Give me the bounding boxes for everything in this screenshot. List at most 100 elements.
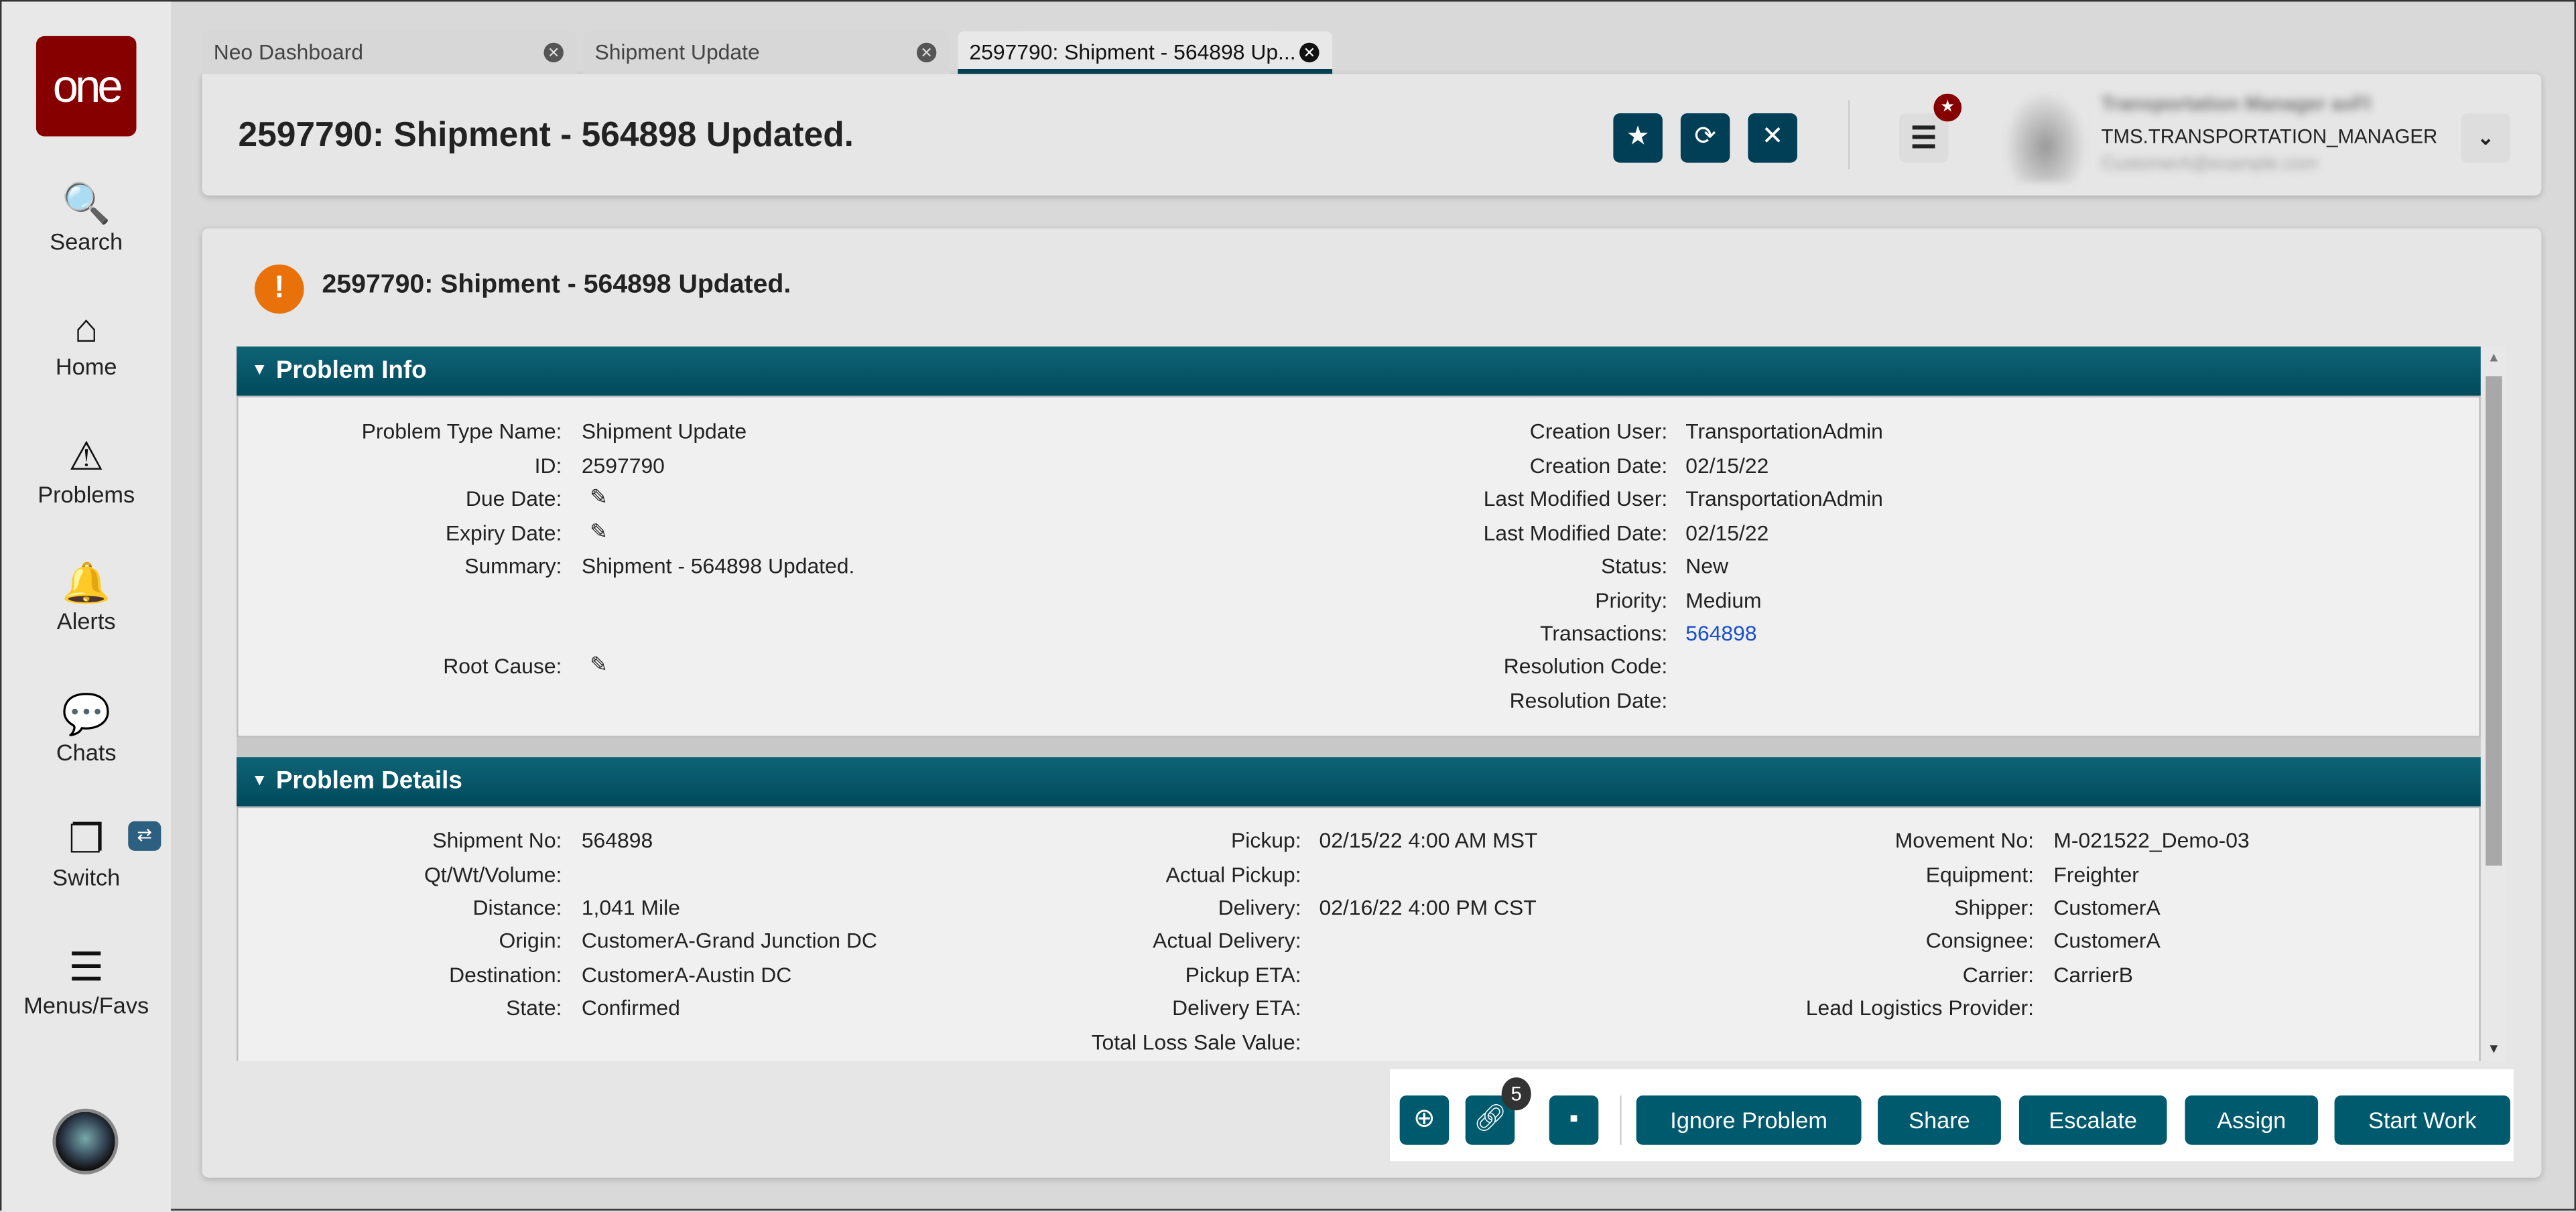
problem-details-header[interactable]: ▼ Problem Details	[237, 757, 2481, 807]
sidebar-item-chats[interactable]: 💬 Chats	[1, 693, 171, 766]
switch-icon: ❐	[68, 817, 105, 863]
user-avatar[interactable]	[52, 1108, 119, 1174]
refresh-button[interactable]: ⟳	[1680, 113, 1730, 163]
field-value: Shipment Update	[581, 419, 747, 444]
field-value: Freighter	[2053, 862, 2139, 887]
field-value: New	[1685, 553, 1729, 578]
close-tab-icon[interactable]: ✕	[1299, 42, 1319, 63]
field-label: Qt/Wt/Volume:	[424, 862, 562, 887]
field-value: Shipment - 564898 Updated.	[581, 553, 855, 578]
field-label: Equipment:	[1925, 862, 2034, 887]
bell-icon: 🔔	[62, 561, 111, 606]
field-label: Transactions:	[1540, 620, 1668, 646]
scroll-up-icon[interactable]: ▲	[2488, 350, 2500, 364]
user-role: TMS.TRANSPORTATION_MANAGER	[2101, 125, 2438, 148]
field-label: Shipper:	[1954, 895, 2034, 920]
field-label: Problem Type Name:	[361, 419, 562, 444]
field-label: Total Loss Sale Value:	[1091, 1030, 1301, 1055]
app-window: one ⇄ 2597790: Shipment - 564898 Updated…	[0, 0, 2576, 1212]
close-button[interactable]: ✕	[1748, 113, 1797, 163]
menu-button[interactable]: ☰	[1898, 113, 1949, 163]
field-value: Medium	[1685, 588, 1762, 613]
close-tab-icon[interactable]: ✕	[543, 42, 564, 63]
scroll-down-icon[interactable]: ▼	[2488, 1041, 2500, 1056]
warning-icon: ⚠	[68, 435, 105, 480]
favorites-star-badge-icon: ★	[1933, 93, 1962, 122]
sidebar-item-switch[interactable]: ❐ Switch	[1, 818, 171, 890]
field-value: CustomerA-Austin DC	[581, 962, 792, 988]
field-label: Last Modified User:	[1483, 486, 1668, 511]
field-label: Movement No:	[1894, 827, 2034, 853]
problem-info-header[interactable]: ▼ Problem Info	[237, 346, 2481, 396]
caret-down-icon: ▼	[251, 772, 268, 791]
hamburger-icon: ☰	[1910, 121, 1937, 155]
field-label: Due Date:	[465, 486, 562, 511]
sidebar-item-problems[interactable]: ⚠ Problems	[1, 435, 171, 508]
field-label: Lead Logistics Provider:	[1805, 995, 2034, 1020]
field-value: 564898	[581, 827, 653, 853]
chat-icon: 💬	[62, 693, 111, 738]
field-label: Expiry Date:	[445, 521, 562, 545]
field-value: 02/16/22 4:00 PM CST	[1319, 895, 1537, 920]
field-label: Resolution Code:	[1503, 653, 1668, 679]
sidebar-item-home[interactable]: ⌂ Home	[1, 307, 171, 379]
sidebar-item-label: Problems	[38, 481, 135, 508]
link-icon: 🔗︎	[1473, 1105, 1507, 1134]
alert-icon: !	[254, 264, 304, 314]
field-label: Delivery ETA:	[1172, 995, 1301, 1020]
scrollbar-thumb[interactable]	[2486, 376, 2502, 866]
field-value: Confirmed	[581, 995, 680, 1020]
edit-icon[interactable]: ✎	[590, 484, 608, 511]
search-icon: 🔍	[62, 182, 111, 227]
field-value: TransportationAdmin	[1685, 486, 1883, 511]
share-button[interactable]: Share	[1878, 1095, 2001, 1145]
field-value[interactable]: 564898	[1685, 621, 1756, 646]
sidebar-item-search[interactable]: 🔍 Search	[1, 182, 171, 255]
ignore-problem-button[interactable]: Ignore Problem	[1636, 1095, 1862, 1145]
section-gap	[237, 737, 2481, 758]
field-label: Actual Pickup:	[1165, 862, 1301, 887]
favorite-button[interactable]: ★	[1613, 113, 1663, 163]
field-label: Pickup ETA:	[1185, 962, 1301, 988]
field-label: State:	[506, 995, 562, 1020]
field-value: CustomerA	[2053, 895, 2161, 920]
field-label: Delivery:	[1218, 895, 1301, 920]
field-label: Shipment No:	[432, 827, 562, 853]
close-icon: ✕	[1761, 123, 1784, 151]
user-menu-dropdown[interactable]: ⌄	[2461, 113, 2510, 163]
divider	[1848, 100, 1850, 170]
sidebar-item-alerts[interactable]: 🔔 Alerts	[1, 561, 171, 634]
close-tab-icon[interactable]: ✕	[916, 42, 937, 63]
escalate-button[interactable]: Escalate	[2018, 1095, 2167, 1145]
field-value: CustomerA	[2053, 928, 2161, 953]
sidebar-item-label: Menus/Favs	[23, 992, 149, 1018]
tab-0[interactable]: Neo Dashboard ✕	[202, 31, 577, 74]
zoom-button[interactable]: ⊕	[1399, 1095, 1450, 1145]
edit-icon[interactable]: ✎	[590, 519, 608, 545]
page-title: 2597790: Shipment - 564898 Updated.	[238, 117, 854, 155]
scrollbar[interactable]: ▲ ▼	[2482, 346, 2506, 1061]
user-photo	[2006, 93, 2085, 183]
field-label: Actual Delivery:	[1153, 928, 1301, 953]
start-work-button[interactable]: Start Work	[2334, 1095, 2510, 1145]
field-label: ID:	[534, 453, 562, 478]
edit-icon[interactable]: ✎	[590, 652, 608, 678]
assign-button[interactable]: Assign	[2185, 1095, 2319, 1145]
sidebar-item-menusfavs[interactable]: ☰ Menus/Favs	[1, 946, 171, 1018]
sidebar-item-label: Switch	[52, 864, 121, 890]
field-label: Origin:	[499, 928, 562, 953]
page-header: 2597790: Shipment - 564898 Updated. ★ ⟳ …	[202, 74, 2542, 196]
tab-1[interactable]: Shipment Update ✕	[583, 31, 950, 74]
notes-button[interactable]: ▪	[1549, 1095, 1599, 1145]
field-label: Creation Date:	[1529, 453, 1668, 478]
field-label: Destination:	[449, 962, 562, 988]
field-label: Pickup:	[1231, 827, 1301, 853]
tab-2[interactable]: 2597790: Shipment - 564898 Up... ✕	[958, 31, 1333, 74]
field-label: Priority:	[1595, 588, 1668, 613]
problem-info-body	[237, 395, 2481, 738]
field-value: 02/15/22	[1685, 453, 1769, 478]
app-logo[interactable]: one	[36, 36, 137, 137]
field-value: TransportationAdmin	[1685, 419, 1883, 444]
field-value: 02/15/22 4:00 AM MST	[1319, 827, 1538, 853]
user-email: CustomerA@example.com	[2101, 154, 2318, 174]
